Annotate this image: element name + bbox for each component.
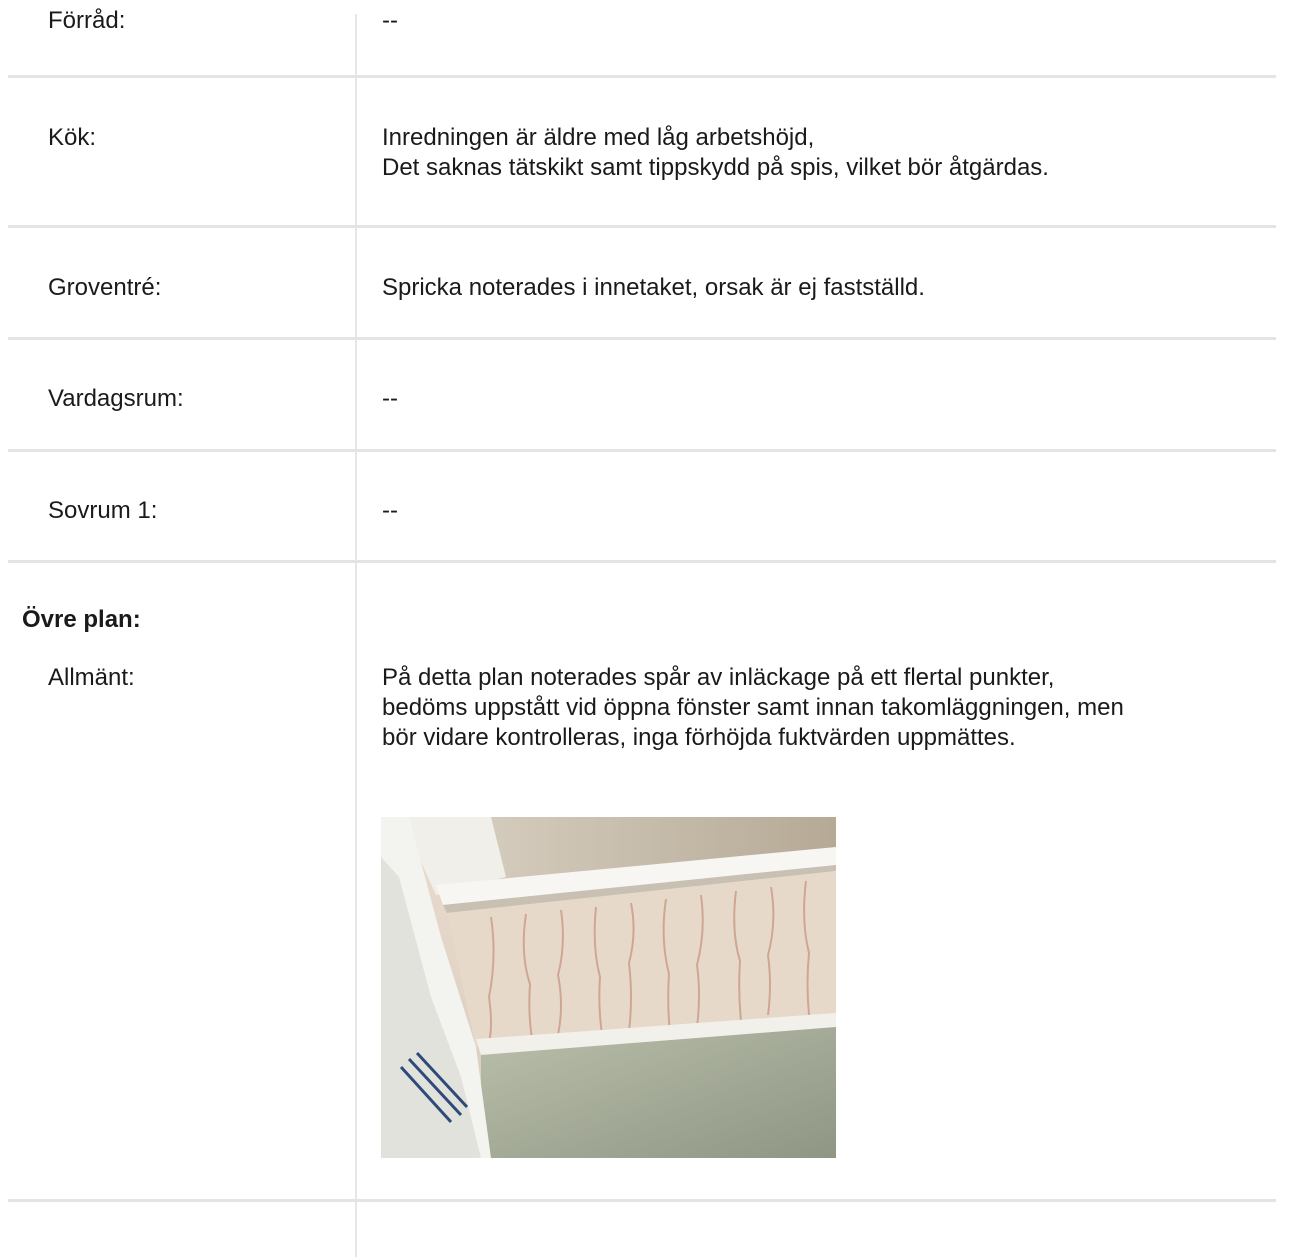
- row-value-line: På detta plan noterades spår av inläckag…: [382, 664, 1055, 691]
- row-divider: [8, 1199, 1276, 1202]
- row-value-vardagsrum: --: [382, 385, 398, 412]
- row-divider: [8, 225, 1276, 228]
- row-value-line: bör vidare kontrolleras, inga förhöjda f…: [382, 724, 1016, 751]
- row-value-sovrum-1: --: [382, 497, 398, 524]
- row-divider: [8, 75, 1276, 78]
- row-value-line: Det saknas tätskikt samt tippskydd på sp…: [382, 154, 1049, 181]
- row-divider: [8, 560, 1276, 563]
- water-stain-photo: [381, 817, 836, 1158]
- row-value-forrad: --: [382, 7, 398, 34]
- row-divider: [8, 337, 1276, 340]
- row-label-sovrum-1: Sovrum 1:: [48, 497, 158, 524]
- row-value-line: bedöms uppstått vid öppna fönster samt i…: [382, 694, 1124, 721]
- row-label-forrad: Förråd:: [48, 7, 126, 34]
- row-divider: [8, 449, 1276, 452]
- row-value-kok: Inredningen är äldre med låg arbetshöjd,…: [382, 123, 1049, 183]
- column-divider: [355, 14, 357, 1257]
- row-value-line: Inredningen är äldre med låg arbetshöjd,: [382, 124, 815, 151]
- row-value-allmant: På detta plan noterades spår av inläckag…: [382, 663, 1124, 753]
- row-label-groventre: Groventré:: [48, 274, 162, 301]
- row-value-groventre: Spricka noterades i innetaket, orsak är …: [382, 274, 925, 301]
- section-heading-ovre-plan: Övre plan:: [22, 606, 141, 633]
- row-label-vardagsrum: Vardagsrum:: [48, 385, 184, 412]
- row-label-allmant: Allmänt:: [48, 664, 135, 691]
- row-label-kok: Kök:: [48, 124, 97, 151]
- inspection-report-page: Förråd: -- Kök: Inredningen är äldre med…: [0, 0, 1302, 1257]
